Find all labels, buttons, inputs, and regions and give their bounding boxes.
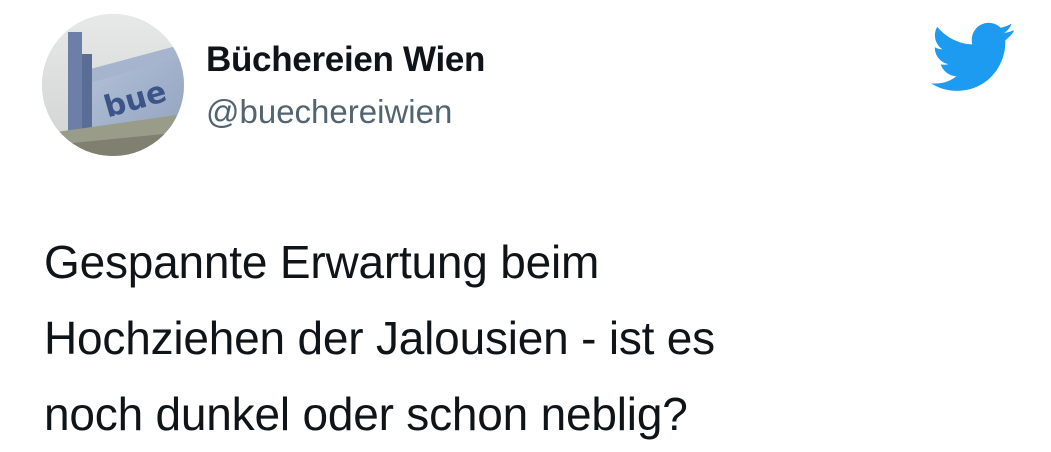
avatar-image: bue [42, 14, 184, 156]
tweet-card: bue Büchereien Wien @buechereiwien Gespa… [0, 0, 1051, 452]
tweet-text-line: Hochziehen der Jalousien - ist es [44, 312, 715, 364]
author-handle[interactable]: @buechereiwien [206, 93, 452, 131]
tweet-text: Gespannte Erwartung beim Hochziehen der … [44, 224, 1024, 452]
twitter-bird-icon[interactable] [930, 22, 1016, 92]
author-display-name[interactable]: Büchereien Wien [206, 40, 485, 80]
avatar[interactable]: bue [42, 14, 184, 156]
tweet-text-line: Gespannte Erwartung beim [44, 236, 600, 288]
tweet-text-line: noch dunkel oder schon neblig? [44, 388, 688, 440]
